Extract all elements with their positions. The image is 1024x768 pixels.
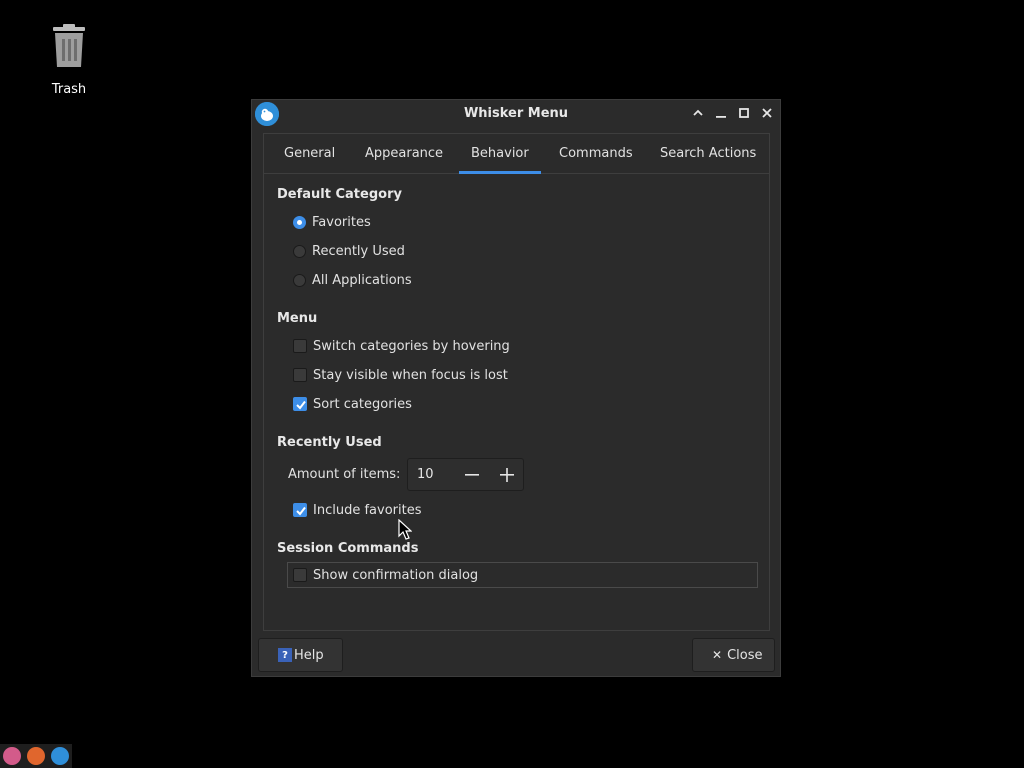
tab-commands[interactable]: Commands bbox=[559, 134, 633, 173]
app-menu-icon[interactable] bbox=[3, 747, 21, 765]
checkbox-include-favorites[interactable]: Include favorites bbox=[293, 500, 421, 520]
checkbox[interactable] bbox=[293, 368, 307, 382]
chevron-up-icon bbox=[693, 109, 703, 116]
checkbox-label: Stay visible when focus is lost bbox=[313, 367, 508, 383]
tab-search-actions[interactable]: Search Actions bbox=[660, 134, 756, 173]
minus-icon bbox=[465, 474, 479, 476]
trash-desktop-icon[interactable]: Trash bbox=[38, 22, 100, 97]
checkmark-icon bbox=[296, 400, 306, 410]
taskbar bbox=[0, 744, 72, 768]
radio-label: Recently Used bbox=[312, 243, 405, 259]
amount-of-items-spinbutton[interactable]: 10 bbox=[407, 458, 524, 491]
radio-label: All Applications bbox=[312, 272, 412, 288]
tab-appearance[interactable]: Appearance bbox=[365, 134, 443, 173]
checkbox-sort-categories[interactable]: Sort categories bbox=[293, 394, 412, 414]
radio-label: Favorites bbox=[312, 214, 371, 230]
radio-favorites[interactable]: Favorites bbox=[293, 212, 371, 232]
default-category-heading: Default Category bbox=[277, 187, 402, 202]
checkbox-stay-visible[interactable]: Stay visible when focus is lost bbox=[293, 365, 508, 385]
radio-all-applications[interactable]: All Applications bbox=[293, 270, 412, 290]
recently-used-heading: Recently Used bbox=[277, 435, 382, 450]
checkbox-label: Include favorites bbox=[313, 502, 422, 518]
increment-button[interactable] bbox=[498, 466, 516, 484]
close-icon bbox=[762, 108, 772, 118]
tab-bar: General Appearance Behavior Commands Sea… bbox=[264, 134, 769, 174]
trash-label: Trash bbox=[51, 82, 87, 97]
close-icon: ✕ bbox=[712, 648, 723, 662]
plus-icon bbox=[500, 468, 514, 482]
maximize-icon bbox=[739, 108, 749, 118]
checkbox[interactable] bbox=[293, 397, 307, 411]
help-button[interactable]: ? Help bbox=[258, 638, 343, 672]
radio-recently-used[interactable]: Recently Used bbox=[293, 241, 405, 261]
settings-notebook: General Appearance Behavior Commands Sea… bbox=[263, 133, 770, 631]
minimize-icon bbox=[716, 116, 726, 118]
checkbox-switch-categories-hover[interactable]: Switch categories by hovering bbox=[293, 336, 510, 356]
amount-value[interactable]: 10 bbox=[417, 467, 434, 482]
checkbox-label: Switch categories by hovering bbox=[313, 338, 510, 354]
shade-button[interactable] bbox=[689, 104, 707, 122]
radio-button[interactable] bbox=[293, 273, 306, 287]
checkbox[interactable] bbox=[293, 339, 307, 353]
checkbox[interactable] bbox=[293, 568, 307, 582]
radio-button[interactable] bbox=[293, 215, 306, 229]
whisker-menu-settings-window: Whisker Menu General Appearance Behavior… bbox=[251, 99, 781, 677]
firefox-icon[interactable] bbox=[27, 747, 45, 765]
maximize-button[interactable] bbox=[735, 104, 753, 122]
checkmark-icon bbox=[296, 506, 306, 516]
help-icon: ? bbox=[278, 648, 292, 662]
checkbox[interactable] bbox=[293, 503, 307, 517]
checkbox-label: Show confirmation dialog bbox=[313, 567, 479, 583]
trash-icon bbox=[51, 24, 87, 68]
help-button-label: Help bbox=[294, 647, 324, 663]
mouse-cursor-icon bbox=[398, 518, 413, 545]
radio-button[interactable] bbox=[293, 244, 306, 258]
checkbox-label: Sort categories bbox=[313, 396, 412, 412]
close-window-button[interactable] bbox=[758, 104, 776, 122]
close-button[interactable]: ✕ Close bbox=[692, 638, 775, 672]
decrement-button[interactable] bbox=[463, 466, 481, 484]
amount-of-items-label: Amount of items: bbox=[288, 467, 401, 482]
menu-heading: Menu bbox=[277, 311, 318, 326]
tab-general[interactable]: General bbox=[284, 134, 335, 173]
minimize-button[interactable] bbox=[712, 104, 730, 122]
title-bar[interactable]: Whisker Menu bbox=[252, 100, 780, 128]
tab-behavior[interactable]: Behavior bbox=[459, 134, 541, 174]
close-button-label: Close bbox=[727, 647, 763, 663]
whisker-menu-taskbar-icon[interactable] bbox=[51, 747, 69, 765]
checkbox-show-confirmation-dialog[interactable]: Show confirmation dialog bbox=[293, 565, 478, 585]
